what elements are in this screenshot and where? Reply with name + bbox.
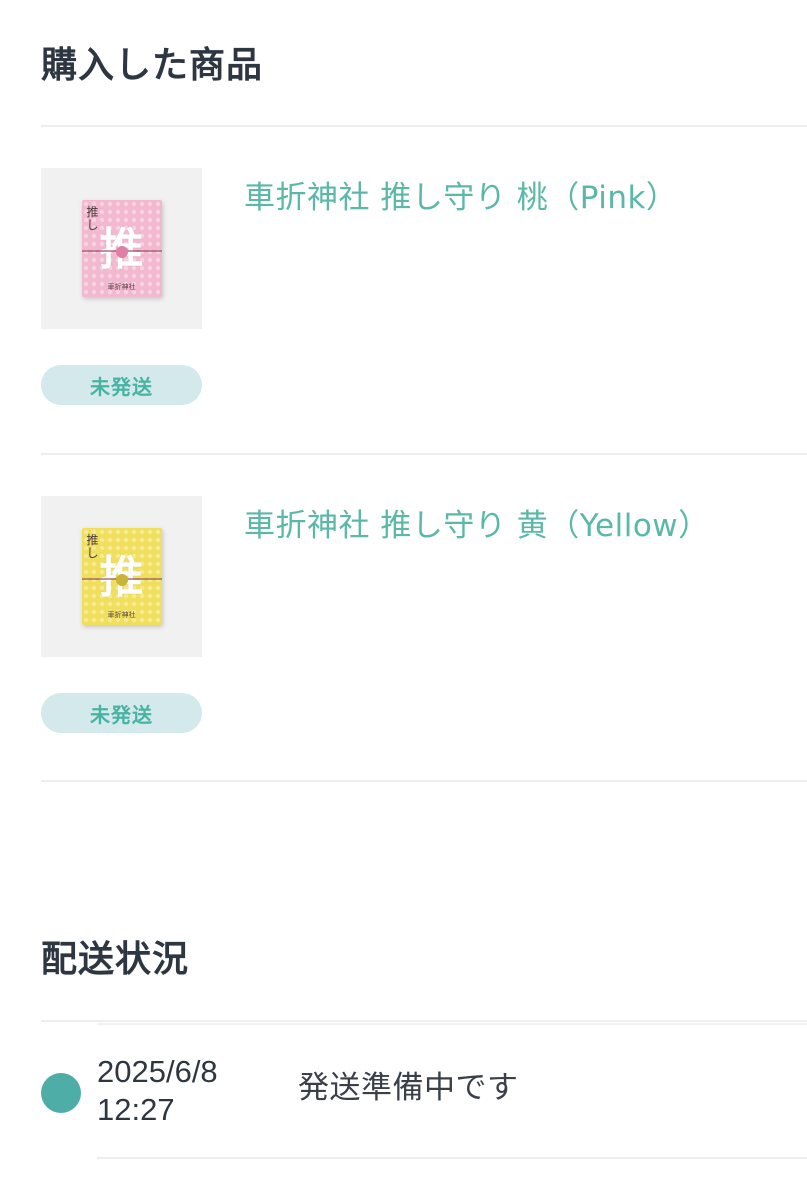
product-thumbnail[interactable]: 推し 推 車折神社 <box>41 496 202 657</box>
delivery-event: 2025/6/8 12:27 発送準備中です <box>41 1025 807 1157</box>
divider <box>41 1020 807 1022</box>
divider <box>41 125 807 127</box>
divider <box>41 780 807 782</box>
event-date: 2025/6/8 <box>97 1054 218 1089</box>
product-thumbnail[interactable]: 推し 推 車折神社 <box>41 168 202 329</box>
omamori-image: 推し 推 車折神社 <box>81 528 162 625</box>
divider <box>97 1157 807 1159</box>
divider <box>41 453 807 455</box>
event-message: 発送準備中です <box>298 1070 519 1106</box>
purchased-items-title: 購入した商品 <box>41 45 264 86</box>
product-item-pink: 推し 推 車折神社 車折神社 推し守り 桃（Pink） 未発送 <box>41 168 807 408</box>
status-badge: 未発送 <box>41 365 202 405</box>
product-item-yellow: 推し 推 車折神社 車折神社 推し守り 黄（Yellow） 未発送 <box>41 496 807 736</box>
event-datetime: 2025/6/8 12:27 <box>97 1053 218 1129</box>
timeline-dot-icon <box>41 1073 81 1113</box>
omamori-image: 推し 推 車折神社 <box>81 200 162 297</box>
event-time: 12:27 <box>97 1092 175 1127</box>
status-badge: 未発送 <box>41 693 202 733</box>
product-name-link[interactable]: 車折神社 推し守り 黄（Yellow） <box>244 508 710 545</box>
delivery-status-title: 配送状況 <box>41 939 190 980</box>
product-name-link[interactable]: 車折神社 推し守り 桃（Pink） <box>244 180 677 217</box>
